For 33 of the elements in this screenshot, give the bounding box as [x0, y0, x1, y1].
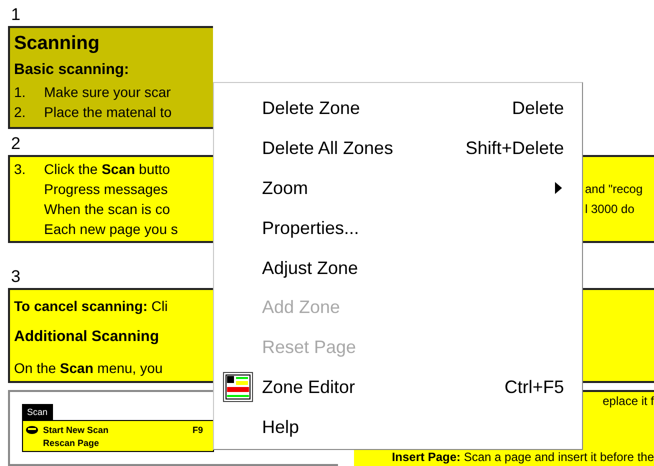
zone-number: 2: [10, 135, 20, 155]
zone-number: 3: [10, 268, 20, 288]
step-number: 2.: [14, 103, 27, 122]
menu-item[interactable]: Help: [214, 407, 582, 448]
step-text: Click the Scan butto: [44, 160, 170, 179]
step-text: Each new page you s: [44, 220, 178, 239]
zone-text: Insert Page: Scan a page and insert it before the: [392, 450, 654, 464]
zone-text: l 3000 do: [585, 201, 636, 218]
menu-title: Scan: [22, 404, 53, 420]
zone-heading: Basic scanning:: [14, 60, 130, 80]
menu-item[interactable]: Zone Editor Ctrl+F5: [214, 368, 582, 408]
step-number: 3.: [14, 160, 27, 179]
zone-text: On the Scan menu, you: [14, 359, 163, 378]
menu-item-label: Rescan Page: [43, 438, 100, 448]
zone-text: and "recog: [585, 181, 643, 198]
shortcut-text: F9: [192, 424, 203, 434]
step-text: When the scan is co: [44, 200, 170, 219]
menu-item[interactable]: Adjust Zone: [214, 248, 582, 288]
step-text: Progress messages: [44, 180, 168, 199]
menu-item-label: Start New Scan: [43, 424, 109, 434]
zone-heading: Additional Scanning: [14, 327, 159, 347]
zone-title: Scanning: [14, 32, 100, 56]
zone-text: To cancel scanning: Cli: [14, 297, 168, 316]
text-zone[interactable]: Scanning Basic scanning: 1. Make sure your scar 2. Place the matenal to: [8, 26, 213, 129]
menu-item[interactable]: Properties...: [214, 208, 582, 248]
step-number: 1.: [14, 83, 27, 102]
zone-text: eplace it f: [602, 394, 654, 408]
menu-item[interactable]: Zoom: [214, 168, 582, 208]
menu-item[interactable]: Delete Zone Delete: [214, 89, 582, 129]
menu-item[interactable]: Delete All Zones Shift+Delete: [214, 128, 582, 169]
step-text: Place the matenal to: [44, 103, 172, 122]
step-text: Make sure your scar: [44, 83, 171, 102]
zone-number: 1: [10, 6, 20, 26]
